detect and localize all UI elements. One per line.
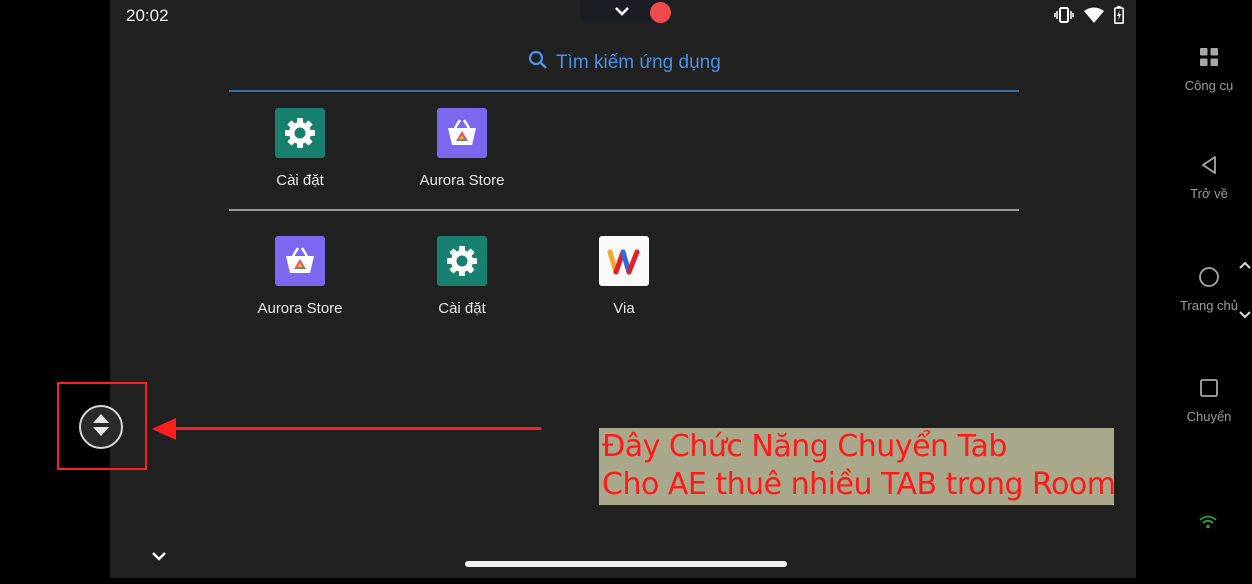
home-gesture-bar[interactable]: [465, 561, 787, 567]
chevron-down-icon[interactable]: [150, 548, 168, 569]
annotation-arrow: [170, 427, 541, 430]
sidebar-item-label: Trang chủ: [1179, 298, 1239, 313]
wifi-signal-icon: [1199, 515, 1217, 534]
sidebar-scroll-arrows[interactable]: [1238, 258, 1252, 327]
sidebar-item-label: Chuyển: [1186, 409, 1232, 424]
app-label: Aurora Store: [419, 172, 505, 189]
sidebar-item-back[interactable]: Trở về: [1136, 150, 1252, 201]
wifi-icon: [1084, 7, 1104, 28]
app-label: Cài đặt: [438, 300, 486, 317]
tab-switch-button[interactable]: [79, 405, 123, 449]
app-aurora-store[interactable]: Aurora Store: [392, 108, 532, 189]
app-via[interactable]: Via: [554, 236, 694, 317]
annotation-line-2: Cho AE thuê nhiều TAB trong Room: [602, 467, 1116, 502]
search-underline: [229, 90, 1019, 92]
status-icons: [1054, 6, 1124, 29]
section-divider: [229, 209, 1019, 211]
sidebar-item-switch[interactable]: Chuyển: [1136, 373, 1252, 424]
app-label: Cài đặt: [276, 172, 324, 189]
via-browser-icon: [599, 236, 649, 286]
search-icon: [528, 50, 548, 76]
app-aurora-store[interactable]: Aurora Store: [230, 236, 370, 317]
sidebar-item-tools[interactable]: Công cụ: [1136, 42, 1252, 93]
annotation-note: Đây Chức Năng Chuyển Tab Cho AE thuê nhi…: [599, 428, 1116, 505]
app-settings[interactable]: Cài đặt: [230, 108, 370, 189]
sidebar-item-home[interactable]: Trang chủ: [1136, 262, 1252, 313]
aurora-store-icon: [437, 108, 487, 158]
annotation-line-1: Đây Chức Năng Chuyển Tab: [602, 429, 1007, 464]
settings-icon: [437, 236, 487, 286]
right-sidebar: Công cụ Trở về Trang chủ Chuyển: [1136, 0, 1252, 584]
chevron-down-icon[interactable]: [613, 1, 631, 26]
sidebar-item-label: Công cụ: [1184, 78, 1234, 93]
settings-icon: [275, 108, 325, 158]
search-label: Tìm kiếm ứng dụng: [556, 52, 721, 73]
vibrate-icon: [1054, 6, 1074, 29]
grid-icon: [1136, 42, 1252, 72]
app-search-bar[interactable]: Tìm kiếm ứng dụng: [528, 50, 721, 76]
app-label: Via: [613, 300, 635, 317]
home-circle-icon: [1136, 262, 1252, 292]
aurora-store-icon: [275, 236, 325, 286]
app-label: Aurora Store: [257, 300, 343, 317]
record-indicator: [650, 2, 671, 23]
sidebar-item-label: Trở về: [1190, 186, 1228, 201]
app-settings[interactable]: Cài đặt: [392, 236, 532, 317]
recents-square-icon: [1136, 373, 1252, 403]
annotation-arrow-head: [152, 418, 176, 440]
back-triangle-icon: [1136, 150, 1252, 180]
up-down-icon: [90, 412, 112, 443]
battery-icon: [1114, 6, 1124, 29]
status-time: 20:02: [126, 6, 169, 25]
